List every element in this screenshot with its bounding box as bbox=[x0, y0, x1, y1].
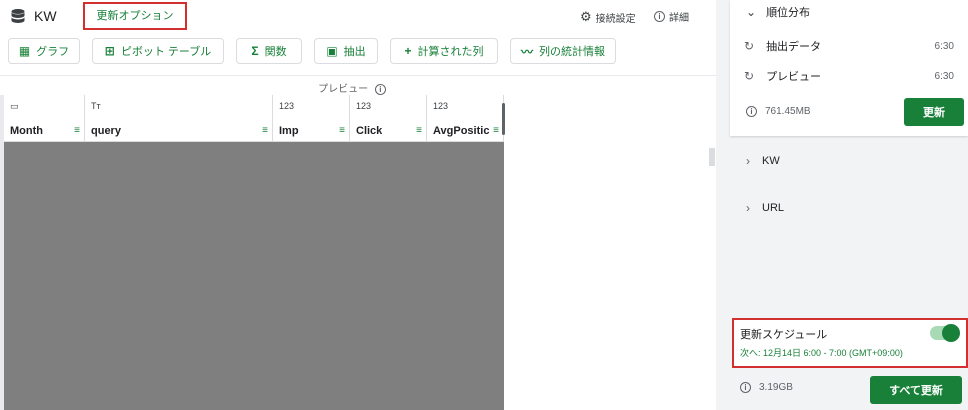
section-label: KW bbox=[762, 155, 780, 167]
section-kw[interactable]: › KW bbox=[746, 154, 780, 168]
extract-button[interactable]: ▣ 抽出 bbox=[314, 38, 378, 64]
preview-label-text: プレビュー bbox=[318, 84, 369, 95]
column-name: Month bbox=[10, 125, 43, 137]
total-size: i 3.19GB bbox=[740, 382, 793, 393]
sheet-title: KW bbox=[34, 8, 57, 24]
plus-icon: + bbox=[404, 44, 412, 58]
table-body-placeholder bbox=[4, 142, 504, 410]
refresh-card: ⌄ 順位分布 ↻ 抽出データ 6:30 ↻ プレビュー 6:30 i 761.4… bbox=[730, 0, 968, 136]
size-value: 761.45MB bbox=[765, 106, 811, 117]
column-stats-button[interactable]: 〰 列の統計情報 bbox=[510, 38, 616, 64]
item-time: 6:30 bbox=[934, 40, 954, 52]
update-all-button[interactable]: すべて更新 bbox=[870, 376, 962, 404]
toolbar: ▦ グラフ ⊞ ピボット テーブル Σ 関数 ▣ 抽出 + 計算された列 〰 列… bbox=[0, 38, 716, 66]
extract-label: 抽出 bbox=[343, 46, 366, 58]
column-stats-label: 列の統計情報 bbox=[539, 46, 605, 58]
chevron-right-icon: › bbox=[746, 201, 750, 215]
scrollbar-thumb[interactable] bbox=[709, 148, 715, 166]
toggle-knob bbox=[942, 324, 960, 342]
filter-icon[interactable]: ≡ bbox=[493, 125, 499, 136]
divider bbox=[0, 75, 716, 76]
column-header-month[interactable]: ▭ Month ≡ bbox=[4, 95, 85, 142]
info-icon: i bbox=[654, 11, 665, 22]
calendar-icon: ▭ bbox=[10, 101, 19, 111]
refresh-icon: ↻ bbox=[744, 69, 755, 83]
number-type-icon: 123 bbox=[433, 101, 449, 111]
refresh-schedule: 更新スケジュール 次へ: 12月14日 6:00 - 7:00 (GMT+09:… bbox=[732, 318, 968, 368]
column-header-click[interactable]: 123 Click ≡ bbox=[350, 95, 427, 142]
filter-icon[interactable]: ≡ bbox=[339, 125, 345, 136]
filter-icon[interactable]: ≡ bbox=[74, 125, 80, 136]
filter-icon[interactable]: ≡ bbox=[416, 125, 422, 136]
info-icon: i bbox=[740, 382, 751, 393]
column-name: Imp bbox=[279, 125, 299, 137]
item-label: 抽出データ bbox=[766, 41, 822, 53]
list-item[interactable]: ↻ プレビュー 6:30 bbox=[744, 68, 954, 84]
number-type-icon: 123 bbox=[356, 101, 372, 111]
data-grid: ▭ Month ≡ Tт query ≡ 123 Imp ≡ 123 Click… bbox=[4, 95, 504, 410]
item-label: プレビュー bbox=[766, 71, 822, 83]
details-label: 詳細 bbox=[669, 13, 689, 24]
chart-button[interactable]: ▦ グラフ bbox=[8, 38, 80, 64]
gear-icon: ⚙ bbox=[580, 9, 592, 24]
section-title: 順位分布 bbox=[766, 7, 811, 19]
chart-label: グラフ bbox=[36, 46, 70, 58]
preview-label: プレビュー i bbox=[0, 80, 704, 95]
right-panel: ⌄ 順位分布 ↻ 抽出データ 6:30 ↻ プレビュー 6:30 i 761.4… bbox=[716, 0, 968, 410]
column-name: query bbox=[91, 125, 121, 137]
pivot-table-label: ピボット テーブル bbox=[120, 46, 212, 58]
info-icon: i bbox=[374, 84, 386, 95]
filter-icon[interactable]: ≡ bbox=[262, 125, 268, 136]
function-button[interactable]: Σ 関数 bbox=[236, 38, 302, 64]
database-icon bbox=[11, 9, 25, 23]
size-value: 3.19GB bbox=[759, 382, 793, 393]
number-type-icon: 123 bbox=[279, 101, 295, 111]
calculated-column-label: 計算された列 bbox=[417, 46, 484, 58]
column-header-query[interactable]: Tт query ≡ bbox=[85, 95, 273, 142]
pivot-table-button[interactable]: ⊞ ピボット テーブル bbox=[92, 38, 224, 64]
refresh-options-tab[interactable]: 更新オプション bbox=[83, 2, 187, 30]
section-url[interactable]: › URL bbox=[746, 201, 784, 215]
item-time: 6:30 bbox=[934, 70, 954, 82]
section-label: URL bbox=[762, 202, 785, 214]
sigma-icon: Σ bbox=[251, 44, 259, 58]
storage-size: i 761.45MB bbox=[746, 106, 811, 117]
trend-icon: 〰 bbox=[520, 44, 533, 59]
schedule-next: 次へ: 12月14日 6:00 - 7:00 (GMT+09:00) bbox=[740, 348, 903, 358]
chart-icon: ▦ bbox=[18, 44, 31, 58]
column-name: Click bbox=[356, 125, 383, 137]
extract-icon: ▣ bbox=[326, 44, 338, 58]
info-icon: i bbox=[746, 106, 757, 117]
chevron-down-icon: ⌄ bbox=[746, 5, 757, 19]
list-item[interactable]: ↻ 抽出データ 6:30 bbox=[744, 38, 954, 54]
details-button[interactable]: i 詳細 bbox=[654, 9, 689, 24]
connection-settings-label: 接続設定 bbox=[595, 13, 636, 25]
text-type-icon: Tт bbox=[91, 101, 101, 111]
refresh-icon: ↻ bbox=[744, 39, 755, 53]
top-bar: KW 更新オプション ⚙ 接続設定 i 詳細 bbox=[0, 0, 716, 34]
schedule-toggle[interactable] bbox=[930, 324, 960, 342]
section-header[interactable]: ⌄ 順位分布 bbox=[746, 4, 810, 20]
calculated-column-button[interactable]: + 計算された列 bbox=[390, 38, 498, 64]
column-header-avgposition[interactable]: 123 AvgPositic ≡ bbox=[427, 95, 504, 142]
connection-settings-button[interactable]: ⚙ 接続設定 bbox=[580, 9, 636, 25]
column-name: AvgPositic bbox=[433, 125, 490, 137]
schedule-title: 更新スケジュール bbox=[740, 329, 828, 341]
chevron-right-icon: › bbox=[746, 154, 750, 168]
column-resize-handle[interactable] bbox=[502, 103, 505, 135]
column-header-imp[interactable]: 123 Imp ≡ bbox=[273, 95, 350, 142]
pivot-table-icon: ⊞ bbox=[104, 44, 115, 58]
update-button[interactable]: 更新 bbox=[904, 98, 964, 126]
data-sheet-area: KW 更新オプション ⚙ 接続設定 i 詳細 ▦ グラフ ⊞ ピボット テーブル… bbox=[0, 0, 716, 410]
function-label: 関数 bbox=[264, 46, 287, 58]
app-root: KW 更新オプション ⚙ 接続設定 i 詳細 ▦ グラフ ⊞ ピボット テーブル… bbox=[0, 0, 968, 410]
